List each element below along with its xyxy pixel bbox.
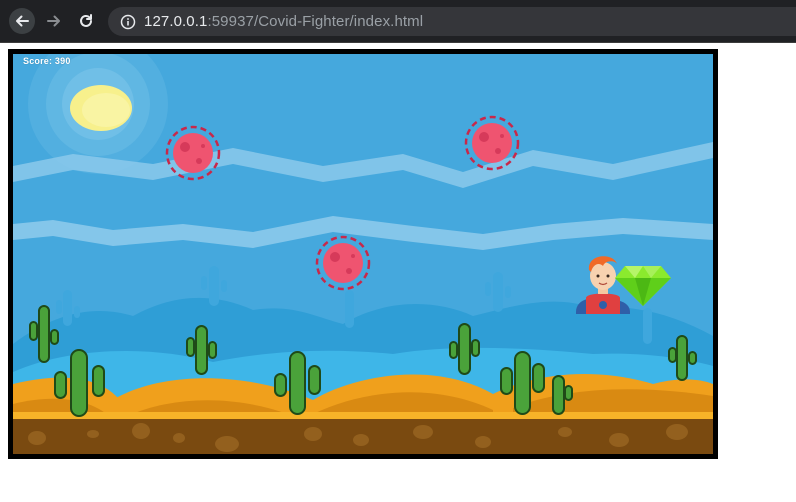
back-arrow-icon <box>16 15 29 27</box>
back-button[interactable] <box>9 8 35 34</box>
url-host: 127.0.0.1 <box>144 13 208 30</box>
score-display: Score: 390 <box>23 56 71 66</box>
url-path: :59937/Covid-Fighter/index.html <box>207 13 424 30</box>
forward-arrow-icon <box>47 15 60 27</box>
virus <box>165 125 221 181</box>
virus <box>315 235 371 291</box>
game-canvas-frame: Score: 390 <box>8 49 718 459</box>
forward-button[interactable] <box>41 8 67 34</box>
browser-toolbar: 127.0.0.1:59937/Covid-Fighter/index.html <box>0 0 796 43</box>
info-icon[interactable] <box>120 14 136 30</box>
reload-button[interactable] <box>73 8 99 34</box>
url-text: 127.0.0.1:59937/Covid-Fighter/index.html <box>144 13 423 30</box>
ground-edge <box>13 412 713 419</box>
reload-icon <box>80 14 92 27</box>
virus <box>464 115 520 171</box>
address-bar[interactable]: 127.0.0.1:59937/Covid-Fighter/index.html <box>108 7 796 36</box>
game-canvas[interactable]: Score: 390 <box>13 54 713 454</box>
